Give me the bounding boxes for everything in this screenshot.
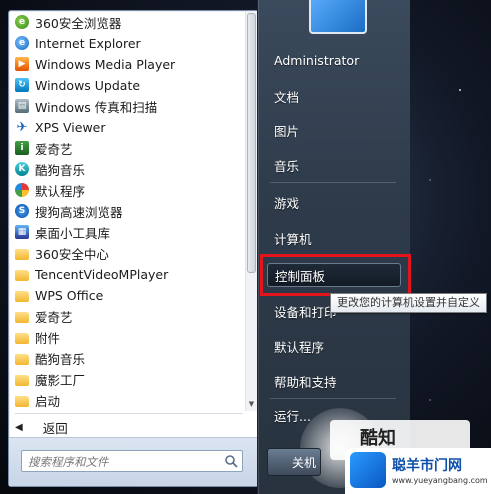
program-folder-360-center[interactable]: 360安全中心 (11, 243, 243, 263)
divider (270, 398, 396, 399)
divider (15, 413, 243, 414)
all-programs-list: e 360安全浏览器 e Internet Explorer ▶ Windows Me… (9, 11, 245, 411)
program-folder-accessories[interactable]: 附件 (11, 327, 243, 347)
program-label: 桌面小工具库 (35, 225, 111, 241)
back-button[interactable]: ◀ 返回 (15, 416, 68, 438)
program-label: 启动 (35, 393, 61, 409)
program-label: XPS Viewer (35, 119, 106, 135)
user-picture[interactable] (309, 0, 367, 34)
program-label: 魔影工厂 (35, 372, 86, 388)
folder-icon (15, 353, 29, 365)
program-label: Windows Media Player (35, 56, 176, 72)
program-label: Internet Explorer (35, 35, 141, 51)
program-item-kugou[interactable]: K 酷狗音乐 (11, 159, 243, 179)
folder-icon (15, 311, 29, 323)
program-item-default-programs[interactable]: 默认程序 (11, 180, 243, 200)
program-folder-startup[interactable]: 启动 (11, 390, 243, 410)
360-browser-icon: e (15, 15, 29, 29)
brand-logo-icon (350, 452, 386, 488)
scrollbar-thumb[interactable] (247, 13, 256, 273)
program-folder-moying[interactable]: 魔影工厂 (11, 369, 243, 389)
program-folder-wps-office[interactable]: WPS Office (11, 285, 243, 305)
fax-scan-icon: ▤ (15, 99, 29, 113)
right-item-computer[interactable]: 计算机 (274, 227, 312, 249)
back-arrow-icon: ◀ (15, 421, 23, 433)
sogou-browser-icon: S (15, 204, 29, 218)
default-programs-icon (15, 183, 29, 197)
search-box[interactable] (21, 450, 243, 472)
gadgets-icon: ▦ (15, 225, 29, 239)
program-label: 爱奇艺 (35, 309, 73, 325)
right-item-games[interactable]: 游戏 (274, 191, 299, 213)
program-item-gadgets[interactable]: ▦ 桌面小工具库 (11, 222, 243, 242)
right-item-user[interactable]: Administrator (274, 49, 359, 71)
programs-pane: e 360安全浏览器 e Internet Explorer ▶ Windows Me… (8, 10, 259, 487)
kugou-icon: K (15, 162, 29, 176)
windows-update-icon: ↻ (15, 78, 29, 92)
program-folder-iqiyi[interactable]: 爱奇艺 (11, 306, 243, 326)
program-label: 酷狗音乐 (35, 351, 86, 367)
start-menu: e 360安全浏览器 e Internet Explorer ▶ Windows Me… (0, 0, 487, 494)
iqiyi-icon: i (15, 141, 29, 155)
program-item-media-player[interactable]: ▶ Windows Media Player (11, 54, 243, 74)
right-item-documents[interactable]: 文档 (274, 85, 299, 107)
brand-name: 聪羊市门网 (392, 458, 462, 474)
shutdown-button[interactable]: 关机 (267, 448, 321, 476)
right-item-run[interactable]: 运行... (274, 404, 311, 426)
search-icon[interactable] (224, 454, 238, 468)
xps-viewer-icon: ✈ (16, 119, 28, 135)
program-item-iqiyi[interactable]: i 爱奇艺 (11, 138, 243, 158)
right-item-devices[interactable]: 设备和打印 (274, 300, 337, 322)
program-label: 360安全浏览器 (35, 15, 122, 31)
program-label: 默认程序 (35, 183, 86, 199)
program-label: WPS Office (35, 287, 104, 303)
right-item-pictures[interactable]: 图片 (274, 119, 299, 141)
folder-icon (15, 395, 29, 407)
program-item-sogou-browser[interactable]: S 搜狗高速浏览器 (11, 201, 243, 221)
program-item-fax-scan[interactable]: ▤ Windows 传真和扫描 (11, 96, 243, 116)
right-item-default-programs[interactable]: 默认程序 (274, 335, 324, 357)
program-item-internet-explorer[interactable]: e Internet Explorer (11, 33, 243, 53)
program-label: 爱奇艺 (35, 141, 73, 157)
program-folder-tencent-video[interactable]: TencentVideoMPlayer (11, 264, 243, 284)
program-item-windows-update[interactable]: ↻ Windows Update (11, 75, 243, 95)
program-label: TencentVideoMPlayer (35, 266, 169, 282)
folder-icon (15, 374, 29, 386)
divider (270, 182, 396, 183)
folder-icon (15, 248, 29, 260)
right-item-help[interactable]: 帮助和支持 (274, 370, 337, 392)
folder-icon (15, 332, 29, 344)
media-player-icon: ▶ (15, 57, 29, 71)
program-label: 酷狗音乐 (35, 162, 86, 178)
program-label: 搜狗高速浏览器 (35, 204, 123, 220)
right-item-music[interactable]: 音乐 (274, 154, 299, 176)
folder-icon (15, 269, 29, 281)
brand-url: www.yueyangbang.com (392, 476, 488, 485)
search-area (9, 437, 258, 486)
folder-icon (15, 290, 29, 302)
program-item-360-browser[interactable]: e 360安全浏览器 (11, 12, 243, 32)
ie-icon: e (15, 36, 29, 50)
program-label: Windows Update (35, 77, 141, 93)
scroll-down-arrow-icon[interactable]: ▼ (247, 399, 256, 409)
program-folder-kugou[interactable]: 酷狗音乐 (11, 348, 243, 368)
program-label: 360安全中心 (35, 246, 109, 262)
back-label: 返回 (42, 420, 68, 436)
search-input[interactable] (22, 452, 224, 472)
program-label: Windows 传真和扫描 (35, 99, 158, 115)
program-item-xps-viewer[interactable]: ✈ XPS Viewer (11, 117, 243, 137)
program-label: 附件 (35, 330, 61, 346)
program-list-scrollbar[interactable]: ▼ (245, 11, 257, 411)
control-panel-tooltip: 更改您的计算机设置并自定义 (330, 293, 487, 313)
right-item-control-panel[interactable]: 控制面板 (267, 263, 401, 287)
